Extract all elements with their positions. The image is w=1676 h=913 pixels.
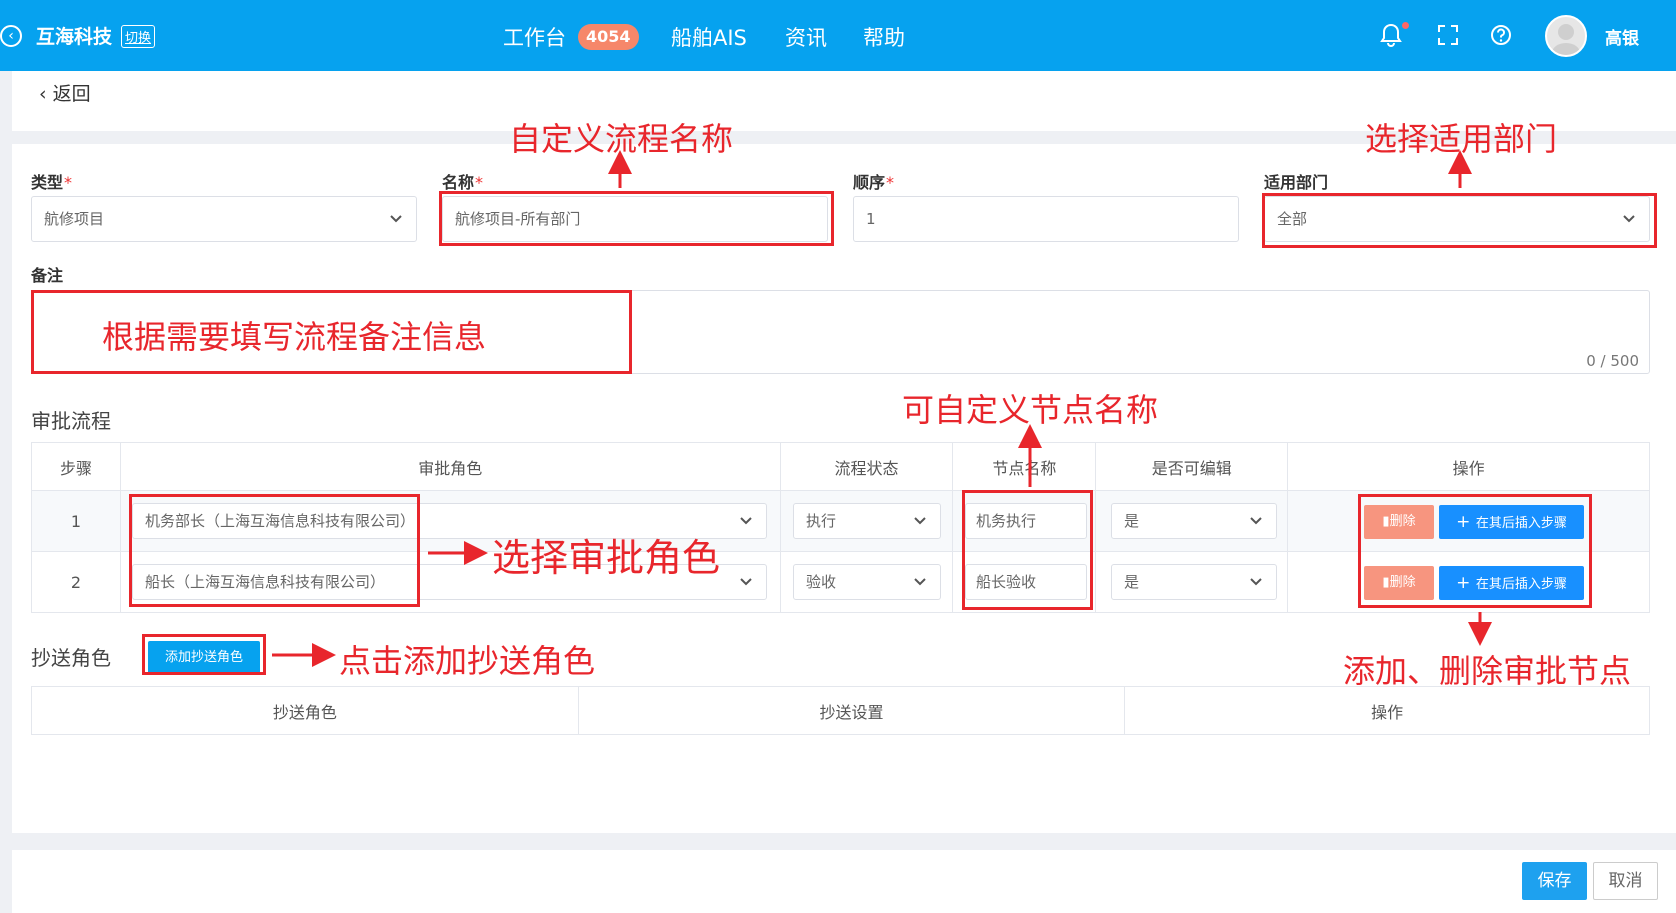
status-select-value: 执行 xyxy=(806,512,837,530)
col-status: 流程状态 xyxy=(779,442,954,491)
cancel-button[interactable]: 取消 xyxy=(1593,862,1658,900)
node-annotation: 可自定义节点名称 xyxy=(902,391,1159,429)
chevron-down-icon xyxy=(912,565,928,599)
step-number: 1 xyxy=(31,490,121,552)
col-cc-settings: 抄送设置 xyxy=(577,686,1126,735)
status-select[interactable]: 执行 xyxy=(793,503,941,539)
editable-select-value: 是 xyxy=(1124,512,1140,530)
back-label: 返回 xyxy=(52,83,91,105)
bell-icon[interactable] xyxy=(1378,22,1404,48)
back-circle-icon[interactable]: ‹ xyxy=(0,25,22,47)
ops-annotation: 添加、删除审批节点 xyxy=(1343,652,1632,690)
role-annotation: 选择审批角色 xyxy=(492,536,721,580)
dept-label: 适用部门 xyxy=(1264,173,1329,192)
avatar[interactable] xyxy=(1545,15,1587,57)
status-select-value: 验收 xyxy=(806,573,837,591)
step-number: 2 xyxy=(31,551,121,613)
switch-company-link[interactable]: 切换 xyxy=(121,25,156,48)
top-bar: ‹ 互海科技 切换 工作台 4054 船舶AIS 资讯 帮助 高银 xyxy=(0,0,1676,71)
remark-counter: 0 / 500 xyxy=(1586,352,1639,370)
nav-help[interactable]: 帮助 xyxy=(863,22,905,52)
editable-select[interactable]: 是 xyxy=(1111,564,1277,600)
approval-table-header: 步骤 审批角色 流程状态 节点名称 是否可编辑 操作 xyxy=(31,442,1650,491)
cc-annotation: 点击添加抄送角色 xyxy=(339,642,596,680)
chevron-down-icon xyxy=(388,197,404,241)
actions-highlight-box xyxy=(1358,494,1592,608)
editable-select[interactable]: 是 xyxy=(1111,503,1277,539)
cc-table-header: 抄送角色 抄送设置 操作 xyxy=(31,686,1650,735)
brand-name: 互海科技 xyxy=(36,26,113,48)
col-cc-actions: 操作 xyxy=(1124,686,1650,735)
chevron-down-icon xyxy=(1248,565,1264,599)
node-highlight-box xyxy=(962,490,1093,610)
approval-section-title: 审批流程 xyxy=(31,409,111,433)
col-editable: 是否可编辑 xyxy=(1095,442,1289,491)
order-label: 顺序* xyxy=(853,173,895,192)
notification-dot xyxy=(1402,22,1409,29)
dept-highlight-box xyxy=(1262,193,1657,248)
footer-bar xyxy=(12,850,1676,913)
cc-highlight-box xyxy=(142,634,266,675)
nav-news[interactable]: 资讯 xyxy=(785,22,827,52)
status-select[interactable]: 验收 xyxy=(793,564,941,600)
type-select-value: 航修项目 xyxy=(44,210,105,228)
order-input[interactable]: 1 xyxy=(853,196,1239,242)
workbench-badge: 4054 xyxy=(578,24,639,50)
name-highlight-box xyxy=(439,191,834,246)
nav-ship-ais[interactable]: 船舶AIS xyxy=(671,22,747,52)
cc-table: 抄送角色 抄送设置 操作 xyxy=(31,686,1650,735)
chevron-down-icon xyxy=(912,504,928,538)
order-input-value: 1 xyxy=(866,210,876,228)
col-actions: 操作 xyxy=(1287,442,1650,491)
name-annotation: 自定义流程名称 xyxy=(509,120,734,158)
type-label: 类型* xyxy=(31,173,73,192)
back-link[interactable]: ‹ 返回 xyxy=(39,79,91,106)
type-select[interactable]: 航修项目 xyxy=(31,196,417,242)
chevron-down-icon xyxy=(1248,504,1264,538)
remark-label: 备注 xyxy=(31,266,64,285)
editable-select-value: 是 xyxy=(1124,573,1140,591)
role-highlight-box xyxy=(129,494,420,607)
name-label: 名称* xyxy=(442,173,484,192)
col-cc-role: 抄送角色 xyxy=(31,686,579,735)
cc-section-title: 抄送角色 xyxy=(31,646,111,670)
save-button[interactable]: 保存 xyxy=(1522,862,1587,900)
col-step: 步骤 xyxy=(31,442,121,491)
chevron-down-icon xyxy=(738,565,754,599)
dept-annotation: 选择适用部门 xyxy=(1365,120,1558,158)
col-node: 节点名称 xyxy=(952,442,1097,491)
col-role: 审批角色 xyxy=(119,442,781,491)
username[interactable]: 高银 xyxy=(1605,24,1639,49)
help-icon[interactable] xyxy=(1488,22,1514,48)
remark-annotation: 根据需要填写流程备注信息 xyxy=(102,318,487,356)
fullscreen-icon[interactable] xyxy=(1435,22,1461,48)
nav-workbench[interactable]: 工作台 xyxy=(503,22,566,52)
chevron-down-icon xyxy=(738,504,754,538)
